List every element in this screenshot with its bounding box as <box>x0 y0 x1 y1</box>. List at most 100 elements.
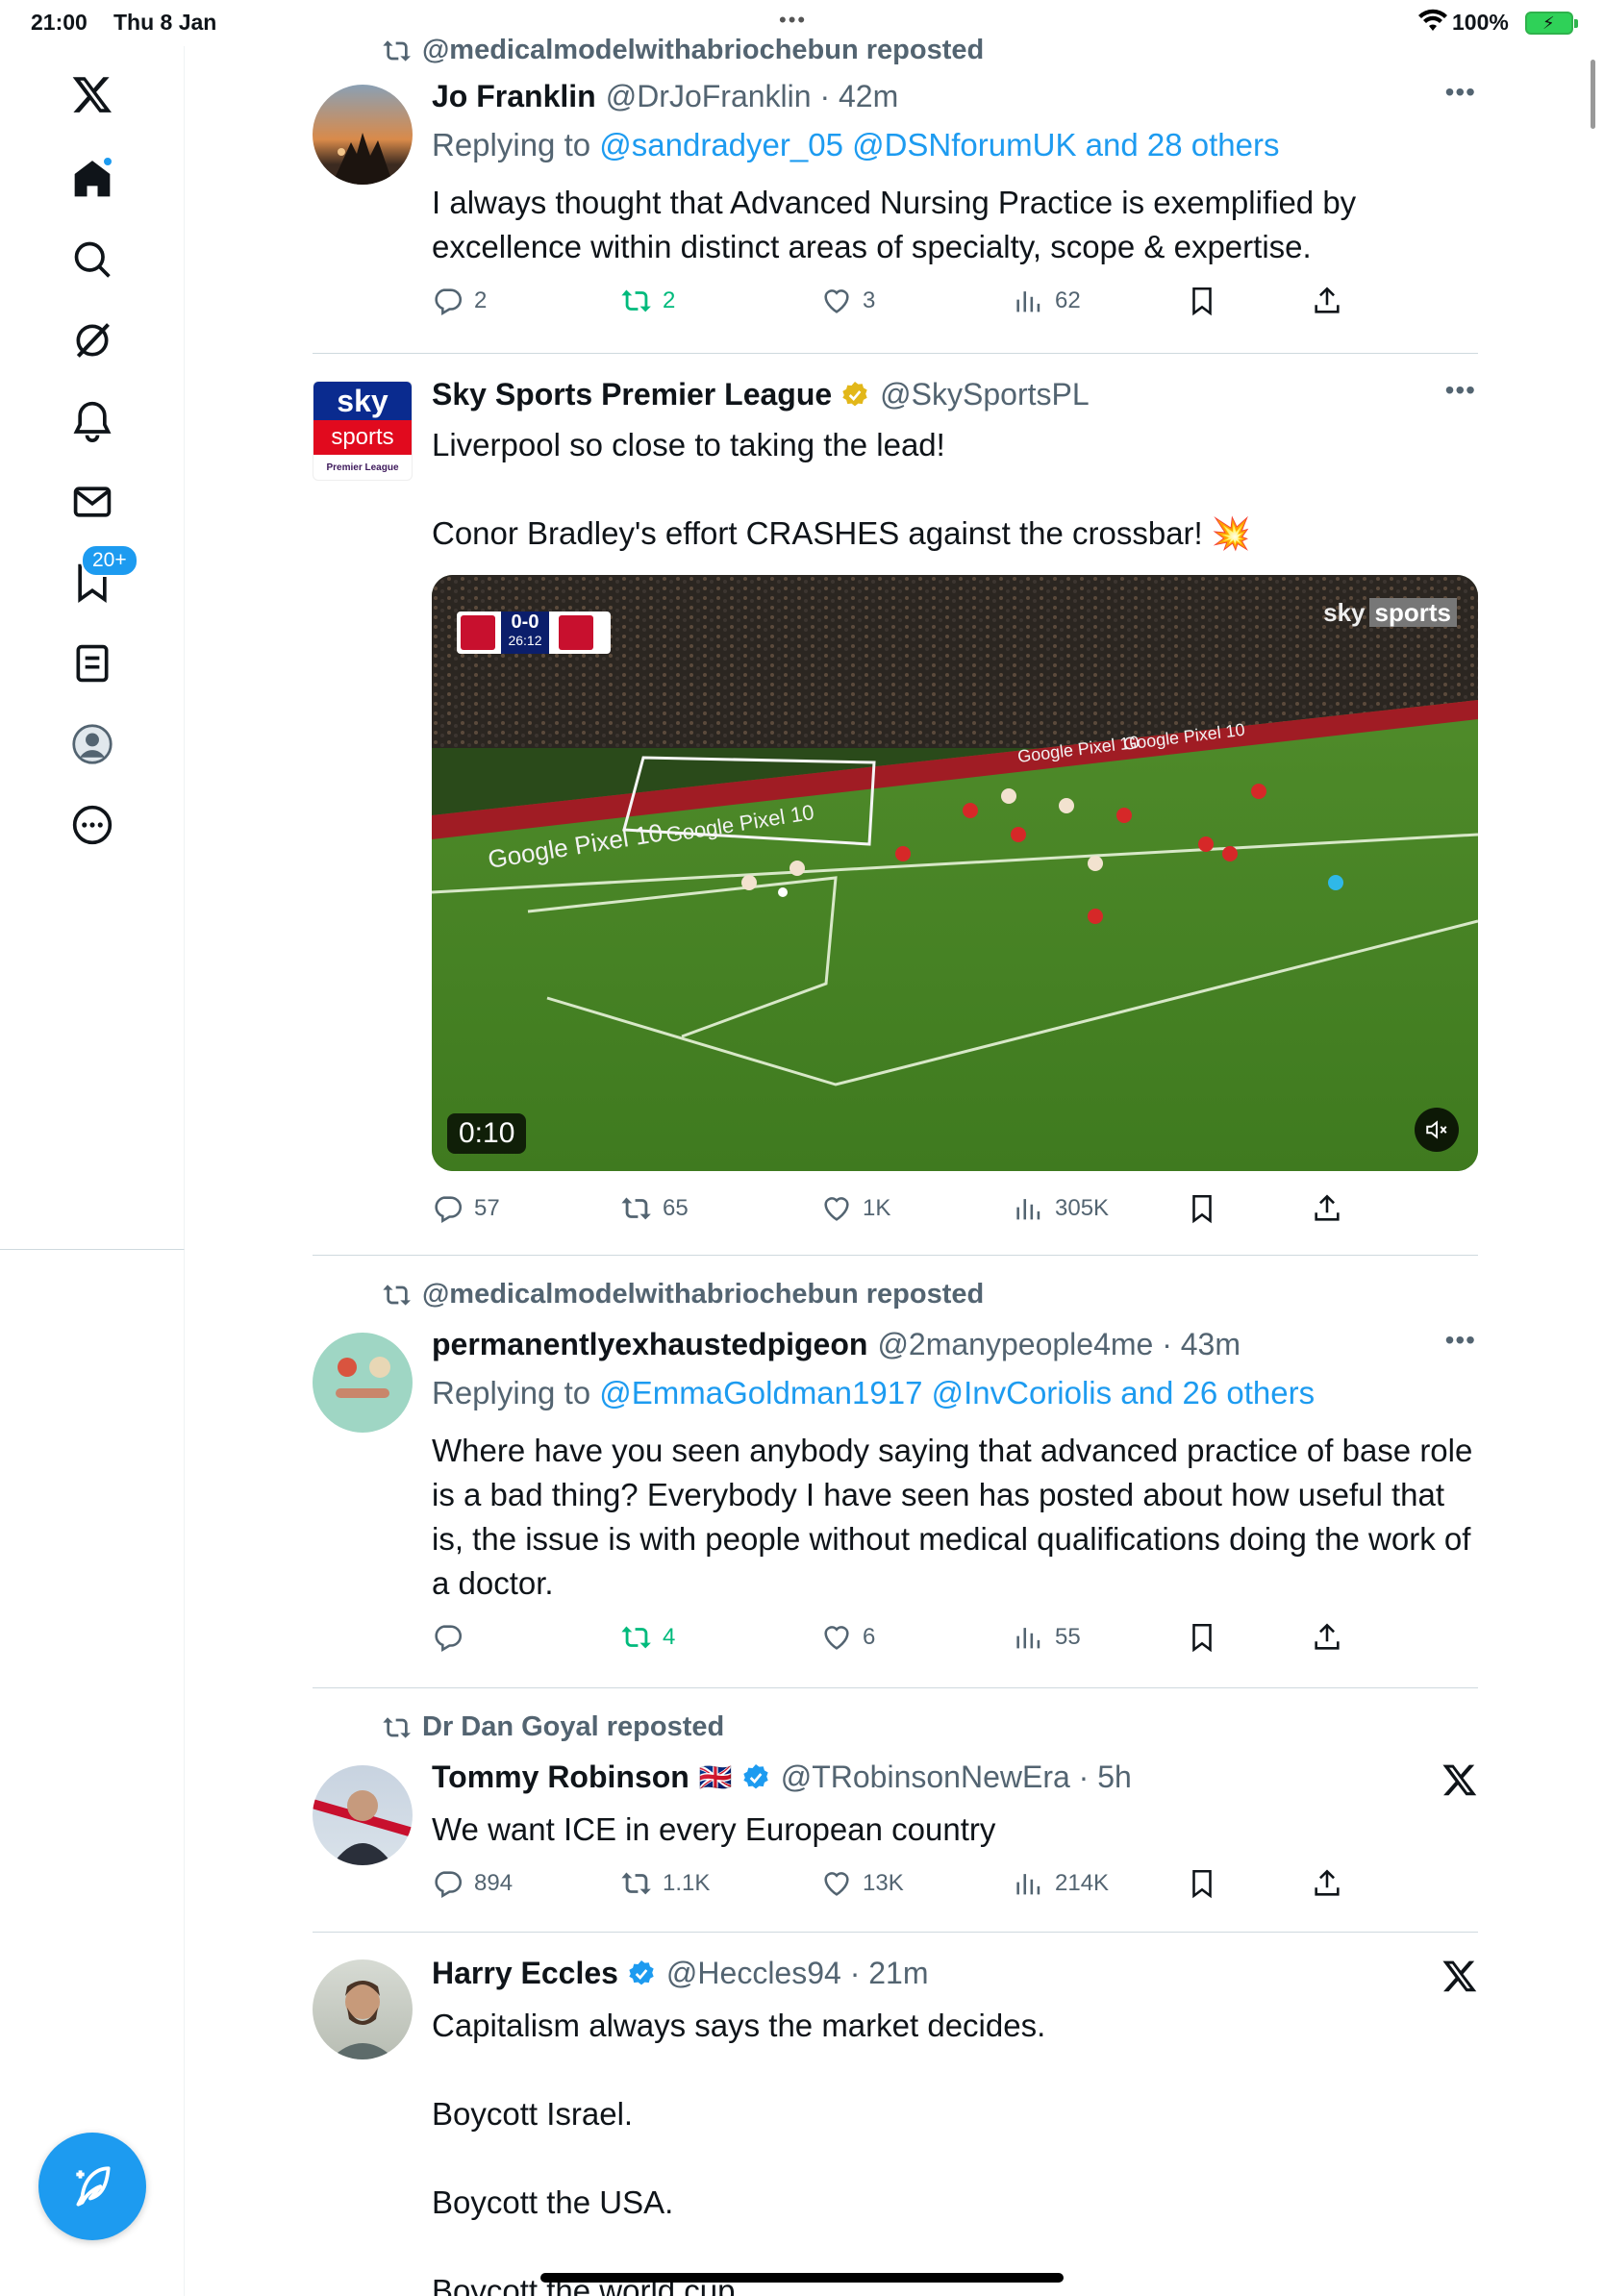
home-unread-dot <box>102 156 113 167</box>
scrollbar[interactable] <box>1591 60 1595 129</box>
tweet-actions: 2 2 3 62 <box>432 285 1355 323</box>
reply-button[interactable]: 57 <box>432 1192 500 1225</box>
avatar[interactable] <box>313 1333 413 1433</box>
like-button[interactable]: 1K <box>820 1192 890 1225</box>
home-indicator[interactable] <box>540 2273 1064 2283</box>
video-player[interactable]: Google Pixel 10 Google Pixel 10 Google P… <box>432 575 1478 1171</box>
x-logo-icon[interactable] <box>65 67 119 121</box>
bookmark-icon <box>1192 1869 1212 1899</box>
views-button[interactable]: 55 <box>1013 1621 1081 1654</box>
grok-icon[interactable] <box>65 313 119 367</box>
author-handle[interactable]: @SkySportsPL <box>880 377 1089 412</box>
profile-icon[interactable] <box>65 717 119 771</box>
author-handle[interactable]: @DrJoFranklin · 42m <box>606 79 899 114</box>
repost-by[interactable]: @medicalmodelwithabriochebun reposted <box>422 1279 984 1310</box>
repost-button[interactable]: 1.1K <box>620 1867 710 1900</box>
reply-icon <box>435 1871 463 1899</box>
uk-flag-icon: 🇬🇧 <box>698 1762 733 1792</box>
repost-button[interactable]: 4 <box>620 1621 675 1654</box>
home-icon[interactable] <box>65 152 119 206</box>
like-button[interactable]: 13K <box>820 1867 904 1900</box>
feather-plus-icon <box>76 2166 111 2207</box>
x-logo-icon[interactable] <box>1441 1761 1478 1798</box>
more-options-icon[interactable]: ••• <box>1445 1325 1476 1356</box>
repost-by[interactable]: @medicalmodelwithabriochebun reposted <box>422 35 984 66</box>
x-logo-icon[interactable] <box>1441 1958 1478 1994</box>
tweet-text: I always thought that Advanced Nursing P… <box>432 185 1366 264</box>
reply-icon <box>435 1196 463 1224</box>
bookmark-button[interactable] <box>1186 1192 1218 1225</box>
like-button[interactable]: 6 <box>820 1621 875 1654</box>
avatar[interactable] <box>313 1959 413 2059</box>
more-options-icon[interactable]: ••• <box>1445 77 1476 108</box>
search-icon[interactable] <box>65 233 119 287</box>
sidebar-divider <box>184 1250 185 2296</box>
share-button[interactable] <box>1311 1192 1343 1225</box>
messages-icon[interactable] <box>65 475 119 529</box>
share-button[interactable] <box>1311 285 1343 317</box>
avatar[interactable] <box>313 85 413 185</box>
video-duration: 0:10 <box>447 1113 527 1154</box>
repost-by[interactable]: Dr Dan Goyal reposted <box>422 1711 724 1743</box>
views-icon <box>1016 291 1040 312</box>
reply-button[interactable] <box>432 1621 474 1654</box>
author-handle[interactable]: @TRobinsonNewEra · 5h <box>781 1759 1132 1795</box>
notifications-icon[interactable] <box>65 394 119 448</box>
compose-post-button[interactable] <box>38 2133 146 2240</box>
repost-button[interactable]: 65 <box>620 1192 689 1225</box>
sidebar-nav <box>0 46 185 1250</box>
repost-icon <box>383 1716 411 1738</box>
share-icon <box>1315 287 1340 313</box>
repost-icon <box>621 1872 651 1895</box>
reply-icon <box>435 288 463 316</box>
tweet[interactable]: Dr Dan Goyal reposted Tommy Robinson 🇬🇧 … <box>313 1688 1478 1933</box>
bookmark-button[interactable] <box>1186 1867 1218 1900</box>
tweet[interactable]: @medicalmodelwithabriochebun reposted pe… <box>313 1256 1478 1688</box>
share-icon <box>1315 1869 1340 1896</box>
tweet[interactable]: Harry Eccles @Heccles94 · 21m Capitalism… <box>313 1933 1478 2296</box>
mute-button[interactable] <box>1415 1108 1459 1152</box>
tweet-header: permanentlyexhaustedpigeon @2manypeople4… <box>432 1327 1241 1362</box>
reply-button[interactable]: 2 <box>432 285 487 317</box>
reply-targets[interactable]: @sandradyer_05 @DSNforumUK and 28 others <box>599 127 1279 162</box>
repost-indicator: @medicalmodelwithabriochebun reposted <box>382 35 984 66</box>
tweet-header: Jo Franklin @DrJoFranklin · 42m <box>432 79 898 114</box>
more-icon[interactable] <box>65 798 119 852</box>
repost-indicator: Dr Dan Goyal reposted <box>382 1711 724 1743</box>
views-button[interactable]: 214K <box>1013 1867 1109 1900</box>
author-name[interactable]: permanentlyexhaustedpigeon <box>432 1327 867 1362</box>
tweet-text: We want ICE in every European country <box>432 1811 996 1847</box>
reply-icon <box>435 1625 463 1653</box>
battery-icon: ⚡ <box>1525 12 1578 35</box>
football-match-frame: Google Pixel 10 Google Pixel 10 Google P… <box>432 575 1478 1171</box>
bookmark-button[interactable] <box>1186 1621 1218 1654</box>
tweet[interactable]: @medicalmodelwithabriochebun reposted Jo… <box>313 27 1478 354</box>
views-button[interactable]: 62 <box>1013 285 1081 317</box>
reply-targets[interactable]: @EmmaGoldman1917 @InvCoriolis and 26 oth… <box>599 1375 1315 1410</box>
more-options-icon[interactable]: ••• <box>1445 375 1476 406</box>
share-button[interactable] <box>1311 1621 1343 1654</box>
heart-icon <box>824 1197 849 1221</box>
repost-icon <box>621 1626 651 1649</box>
repost-icon <box>383 39 411 62</box>
repost-button[interactable]: 2 <box>620 285 675 317</box>
views-button[interactable]: 305K <box>1013 1192 1109 1225</box>
tweet[interactable]: sky sports Premier League Sky Sports Pre… <box>313 354 1478 1256</box>
bookmark-button[interactable] <box>1186 285 1218 317</box>
lists-icon[interactable] <box>65 636 119 690</box>
author-name[interactable]: Sky Sports Premier League <box>432 377 832 412</box>
author-name[interactable]: Tommy Robinson <box>432 1759 689 1795</box>
tweet-header: Sky Sports Premier League @SkySportsPL <box>432 377 1090 412</box>
sky-sports-avatar[interactable]: sky sports Premier League <box>313 381 413 481</box>
reply-button[interactable]: 894 <box>432 1867 513 1900</box>
share-button[interactable] <box>1311 1867 1343 1900</box>
like-button[interactable]: 3 <box>820 285 875 317</box>
avatar[interactable] <box>313 1765 413 1865</box>
author-handle[interactable]: @2manypeople4me · 43m <box>877 1327 1241 1362</box>
tweet-text: Liverpool so close to taking the lead! C… <box>432 427 1251 551</box>
author-name[interactable]: Jo Franklin <box>432 79 596 114</box>
repost-icon <box>621 1197 651 1220</box>
author-handle[interactable]: @Heccles94 · 21m <box>666 1956 929 1991</box>
author-name[interactable]: Harry Eccles <box>432 1956 618 1991</box>
repost-icon <box>621 289 651 312</box>
